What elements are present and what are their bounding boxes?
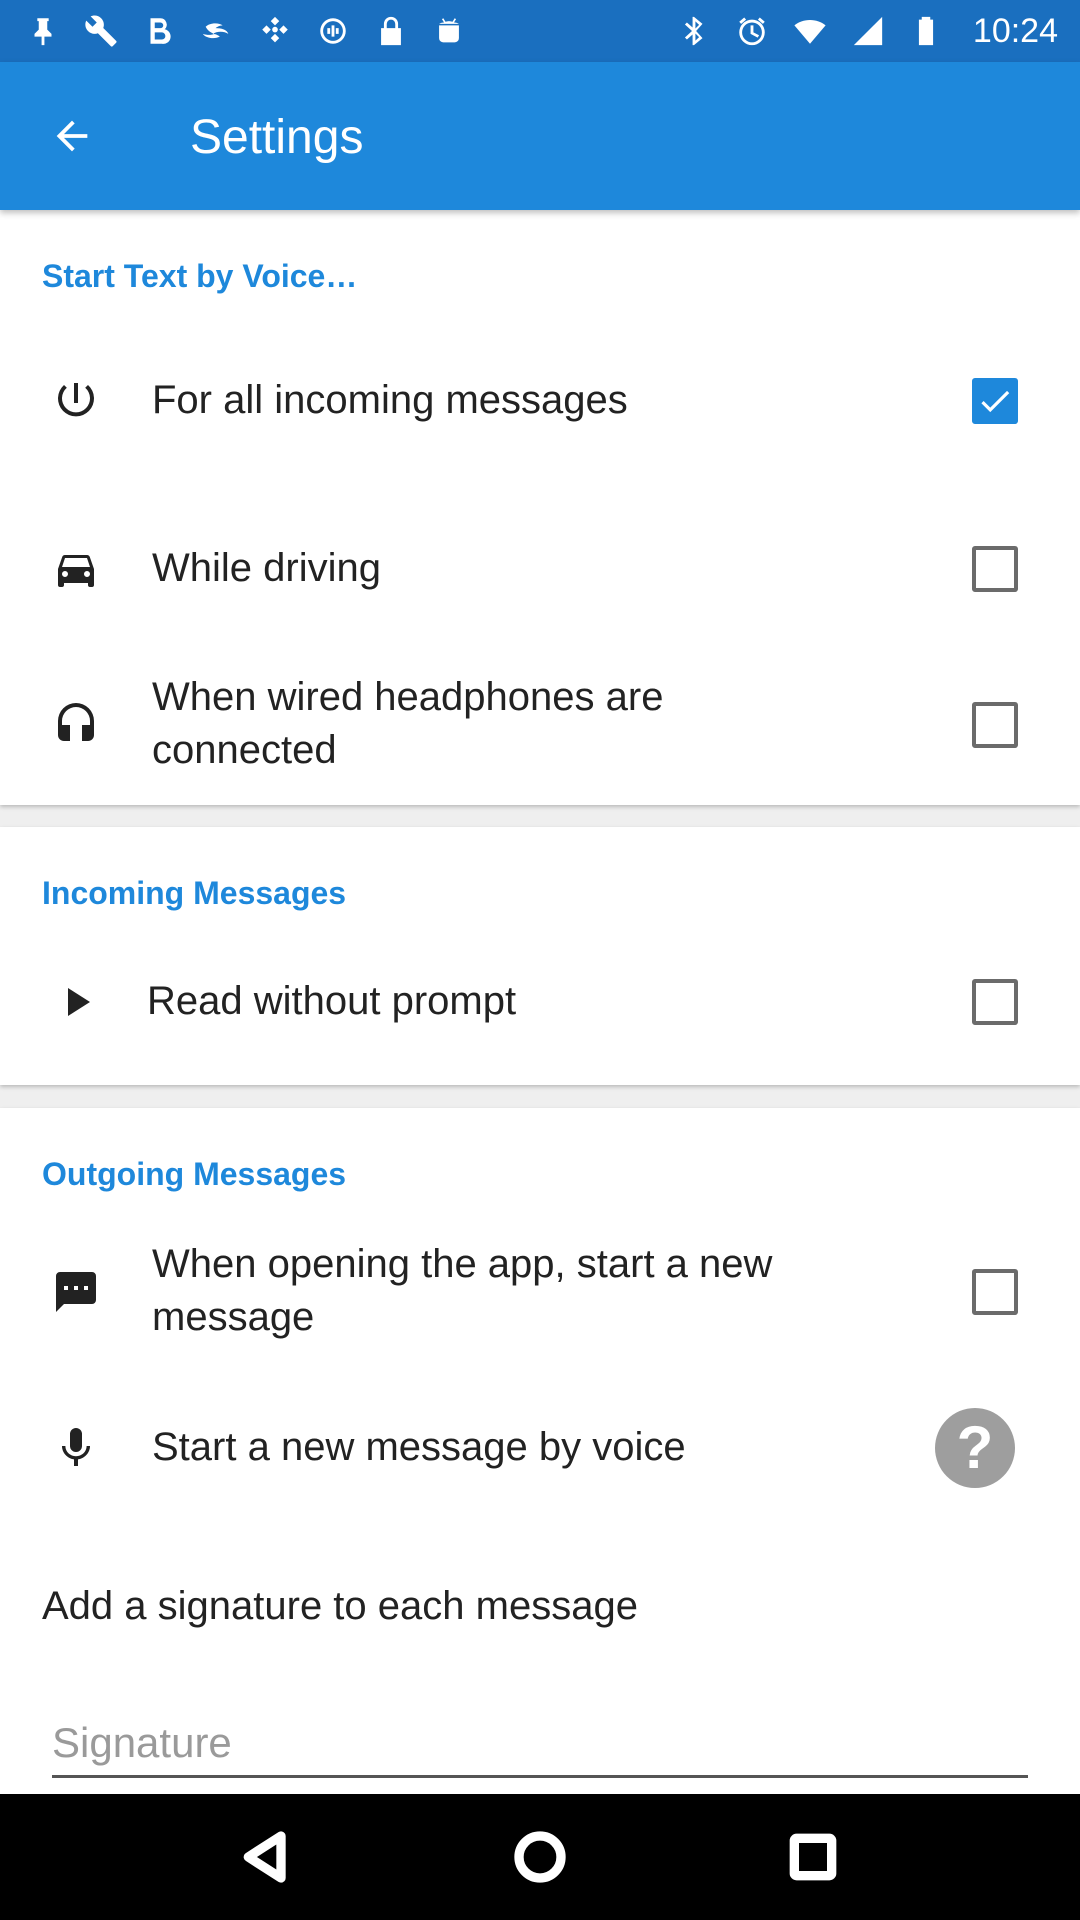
android-icon: [432, 14, 466, 48]
nav-recents-button[interactable]: [773, 1817, 853, 1897]
lock-icon: [374, 14, 408, 48]
setting-open-new-message[interactable]: When opening the app, start a new messag…: [0, 1232, 1080, 1352]
bluetooth-icon: [677, 14, 711, 48]
alarm-icon: [735, 14, 769, 48]
status-notification-icons: [26, 14, 466, 48]
section-voice: Start Text by Voice… For all incoming me…: [0, 210, 1080, 805]
sync-icon: [316, 14, 350, 48]
checkbox[interactable]: [972, 979, 1018, 1025]
home-circle-icon: [514, 1831, 566, 1883]
checkbox[interactable]: [972, 546, 1018, 592]
signal-icon: [851, 14, 885, 48]
arrow-back-icon: [56, 120, 88, 152]
back-triangle-icon: [243, 1831, 286, 1883]
nav-home-button[interactable]: [500, 1817, 580, 1897]
setting-label: When wired headphones are connected: [152, 675, 664, 772]
clock: 10:24: [972, 11, 1058, 50]
signature-input[interactable]: [52, 1714, 1028, 1778]
setting-wired-headphones[interactable]: When wired headphones are connected: [0, 665, 1080, 785]
setting-new-message-by-voice[interactable]: Start a new message by voice ?: [0, 1400, 1080, 1496]
bold-icon: [142, 14, 176, 48]
setting-read-without-prompt[interactable]: Read without prompt: [0, 961, 1080, 1043]
mic-icon: [48, 1420, 104, 1476]
setting-label: While driving: [152, 546, 381, 590]
section-incoming: Incoming Messages Read without prompt: [0, 827, 1080, 1085]
play-icon: [48, 974, 104, 1030]
section-outgoing: Outgoing Messages When opening the app, …: [0, 1108, 1080, 1794]
navigation-bar: [0, 1794, 1080, 1920]
setting-label: For all incoming messages: [152, 378, 628, 422]
setting-label: When opening the app, start a new messag…: [152, 1242, 773, 1339]
wrench-icon: [84, 14, 118, 48]
section-header: Outgoing Messages: [42, 1156, 347, 1192]
signature-label: Add a signature to each message: [42, 1584, 638, 1628]
swift-icon: [200, 14, 234, 48]
check-icon: [981, 390, 1010, 413]
setting-all-incoming[interactable]: For all incoming messages: [0, 360, 1080, 442]
setting-while-driving[interactable]: While driving: [0, 528, 1080, 610]
checkbox[interactable]: [972, 378, 1018, 424]
battery-icon: [909, 14, 943, 48]
nav-back-button[interactable]: [227, 1817, 307, 1897]
app-bar: Settings: [0, 62, 1080, 210]
setting-label: Read without prompt: [147, 979, 517, 1023]
page-title: Settings: [190, 111, 364, 164]
power-icon: [48, 373, 104, 429]
chat-icon: [48, 1264, 104, 1320]
checkbox[interactable]: [972, 1269, 1018, 1315]
back-button[interactable]: [32, 96, 112, 176]
headphones-icon: [48, 697, 104, 753]
wifi-icon: [793, 14, 827, 48]
help-button[interactable]: ?: [935, 1408, 1015, 1488]
section-header: Start Text by Voice…: [42, 258, 358, 294]
checkbox[interactable]: [972, 702, 1018, 748]
status-bar: 10:24: [0, 0, 1080, 62]
car-icon: [48, 541, 104, 597]
section-header: Incoming Messages: [42, 875, 347, 911]
pin-icon: [26, 14, 60, 48]
setting-label: Start a new message by voice: [152, 1425, 686, 1469]
fake-gps-icon: [258, 14, 292, 48]
recents-square-icon: [789, 1833, 837, 1881]
status-system-icons: 10:24: [677, 12, 1058, 51]
